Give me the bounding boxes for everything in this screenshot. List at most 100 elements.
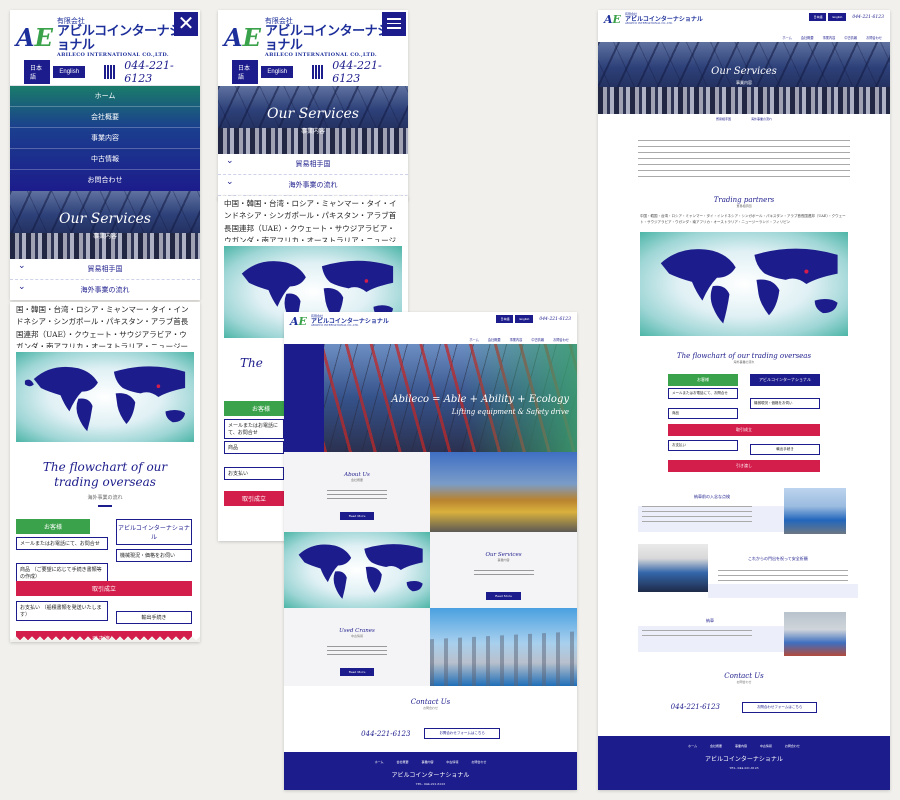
- home-nav-home[interactable]: ホーム: [469, 337, 478, 342]
- svc-tab-partners[interactable]: 貿易相手国: [716, 117, 731, 121]
- footer-nav-home[interactable]: ホーム: [375, 760, 384, 764]
- svc-nav-company[interactable]: 会社概要: [801, 35, 814, 40]
- svc-footer-nav-contact[interactable]: お問合わせ: [785, 744, 800, 748]
- mobile-header: AE 有限会社 アビルコインターナショナル ABILECO INTERNATIO…: [10, 10, 200, 58]
- svc-footer-nav-home[interactable]: ホーム: [688, 744, 697, 748]
- svc-delivery-image: [784, 611, 846, 656]
- lang-en-button[interactable]: English: [53, 65, 86, 78]
- home-hero: Abileco = Able + Ability + Ecology Lifti…: [284, 344, 577, 452]
- svc-tel[interactable]: 044-221-6123: [852, 15, 884, 20]
- home-hero-title: Abileco = Able + Ability + Ecology: [391, 394, 569, 405]
- home-nav-used[interactable]: 中古情報: [531, 337, 544, 342]
- svc-footer-nav-used[interactable]: 中古情報: [760, 744, 772, 748]
- hamburger-menu-button[interactable]: [382, 12, 406, 36]
- svc-nav-business[interactable]: 事業内容: [823, 35, 836, 40]
- about-image: [430, 452, 577, 532]
- home-tel[interactable]: 044-221-6123: [539, 317, 571, 322]
- svc-lang-jp[interactable]: 日本語: [809, 13, 827, 21]
- menu-item-used[interactable]: 中古情報: [10, 149, 200, 170]
- svc-delivery-section: 納車: [598, 608, 890, 662]
- accordion-item-partners[interactable]: 貿易相手国: [10, 259, 200, 280]
- accordion-item-flow[interactable]: 海外事業の流れ: [10, 280, 200, 300]
- flow-company-header: アビルコインターナショナル: [116, 518, 192, 545]
- accordion: 貿易相手国 海外事業の流れ: [10, 259, 200, 300]
- svc-nav-contact[interactable]: お問合わせ: [866, 35, 882, 40]
- menu-item-business[interactable]: 事業内容: [10, 128, 200, 149]
- world-map: [16, 352, 194, 442]
- svc-footer-nav: ホーム 会社概要 事業内容 中古情報 お問合わせ: [598, 744, 890, 748]
- footer-nav-business[interactable]: 事業内容: [421, 760, 433, 764]
- menu-item-contact[interactable]: お問合わせ: [10, 170, 200, 191]
- svc-inspection-title: 納車前の入念な点検: [694, 493, 730, 499]
- menu-item-home[interactable]: ホーム: [10, 86, 200, 107]
- svc-company-name-en: ABILECO INTERNATIONAL CO.,LTD.: [624, 21, 673, 25]
- svc-flow-company: アビルコインターナショナル: [750, 373, 820, 386]
- svc-contact-form-button[interactable]: お問合わせフォームはこちら: [741, 701, 818, 713]
- footer-nav-contact[interactable]: お問合わせ: [471, 760, 486, 764]
- tel-icon-2: [312, 65, 324, 79]
- home-company-name-en: ABILECO INTERNATIONAL CO.,LTD.: [310, 323, 359, 327]
- flowchart: お客様 アビルコインターナショナル メールまたはお電話にて、お問合せ 機械現況・…: [16, 518, 194, 642]
- svc-logo-mark: AE: [604, 13, 621, 26]
- used-read-more-button[interactable]: Read More: [339, 668, 375, 676]
- used-image: [430, 608, 577, 686]
- svc-hero-title: Our Services: [711, 66, 777, 77]
- svc-lang-en[interactable]: English: [828, 13, 847, 21]
- home-nav-business[interactable]: 事業内容: [510, 337, 523, 342]
- home-lang-jp[interactable]: 日本語: [496, 315, 514, 323]
- mobile-header-2: AE 有限会社 アビルコインターナショナル ABILECO INTERNATIO…: [218, 10, 408, 58]
- services-subtitle: 事業内容: [497, 558, 510, 562]
- footer-nav-company[interactable]: 会社概要: [396, 760, 408, 764]
- home-nav-contact[interactable]: お問合わせ: [553, 337, 569, 342]
- contact-tel[interactable]: 044-221-6123: [361, 730, 410, 738]
- home-lang-en[interactable]: English: [515, 315, 534, 323]
- services-text: [473, 570, 534, 576]
- menu-item-company[interactable]: 会社概要: [10, 107, 200, 128]
- svc-partners-title: Trading partners: [713, 196, 775, 204]
- services-hero-image-2: Our Services 事業内容: [218, 86, 408, 154]
- svc-flowchart-subtitle: 海外事業の流れ: [733, 359, 755, 364]
- countries-text: 国・韓国・台湾・ロシア・ミャンマー・タイ・インドネシア・シンガポール・パキスタン…: [16, 305, 189, 348]
- flow-step-product-note: （ご要望に応じて手続き書類等の作成）: [20, 566, 102, 580]
- svc-nav-home[interactable]: ホーム: [782, 35, 791, 40]
- svc-contact-tel[interactable]: 044-221-6123: [671, 703, 720, 711]
- home-nav: ホーム 会社概要 事業内容 中古情報 お問合わせ: [284, 334, 577, 344]
- lang-en-button-2[interactable]: English: [261, 66, 294, 78]
- hero-title-2: Our Services: [267, 106, 359, 122]
- mobile-menu: ホーム 会社概要 事業内容 中古情報 お問合わせ: [10, 86, 200, 191]
- lang-jp-button[interactable]: 日本語: [24, 59, 51, 84]
- logo-2[interactable]: AE 有限会社 アビルコインターナショナル ABILECO INTERNATIO…: [224, 17, 402, 58]
- accordion-item-partners-2[interactable]: 貿易相手国: [218, 154, 408, 175]
- footer-nav-used[interactable]: 中古情報: [446, 760, 458, 764]
- svc-nav-used[interactable]: 中古情報: [844, 35, 857, 40]
- contact-form-button[interactable]: お問合わせフォームはこちら: [424, 728, 500, 739]
- desktop-home-panel: AE 有限会社 アビルコインターナショナル ABILECO INTERNATIO…: [284, 312, 577, 790]
- svc-flowchart-title: The flowchart of our trading overseas: [676, 351, 812, 360]
- svc-tab-flow[interactable]: 海外事業の流れ: [751, 117, 772, 121]
- lang-jp-button-2[interactable]: 日本語: [232, 60, 259, 84]
- close-menu-button[interactable]: ✕: [174, 12, 198, 36]
- tel-number-2[interactable]: 044-221-6123: [332, 59, 394, 85]
- svc-contact-title: Contact Us: [724, 671, 764, 680]
- accordion-2: 貿易相手国 海外事業の流れ: [218, 154, 408, 196]
- title-underline: [98, 505, 112, 507]
- svc-flow-client: お客様: [668, 373, 738, 386]
- svc-footer-nav-company[interactable]: 会社概要: [710, 744, 722, 748]
- mobile-content-panel: 国・韓国・台湾・ロシア・ミャンマー・タイ・インドネシア・シンガポール・パキスタン…: [10, 302, 200, 642]
- world-map-shapes: [24, 366, 186, 432]
- svc-contact-section: Contact Us お問合わせ 044-221-6123 お問合わせフォームは…: [598, 662, 890, 724]
- home-services-map-shapes: [298, 544, 423, 599]
- services-read-more-button[interactable]: Read More: [486, 592, 521, 600]
- flowchart-subtitle: 海外事業の流れ: [87, 495, 123, 501]
- footer-company-name: アビルコインターナショナル: [391, 772, 470, 779]
- svc-world-map: [640, 231, 848, 336]
- svc-flowchart: お客様 アビルコインターナショナル メールまたはお電話にて、お問合せ 機械現況・…: [668, 373, 820, 476]
- flow-step-quote: 機械現況・価格をお伺い: [116, 548, 192, 562]
- home-nav-company[interactable]: 会社概要: [488, 337, 501, 342]
- svc-flow-payment: お支払い: [668, 439, 738, 451]
- tel-number[interactable]: 044-221-6123: [124, 59, 186, 85]
- lang-tel-bar-2: 日本語 English 044-221-6123: [218, 58, 408, 86]
- about-read-more-button[interactable]: Read More: [339, 512, 375, 520]
- logo[interactable]: AE 有限会社 アビルコインターナショナル ABILECO INTERNATIO…: [16, 17, 194, 58]
- svc-footer-nav-business[interactable]: 事業内容: [735, 744, 747, 748]
